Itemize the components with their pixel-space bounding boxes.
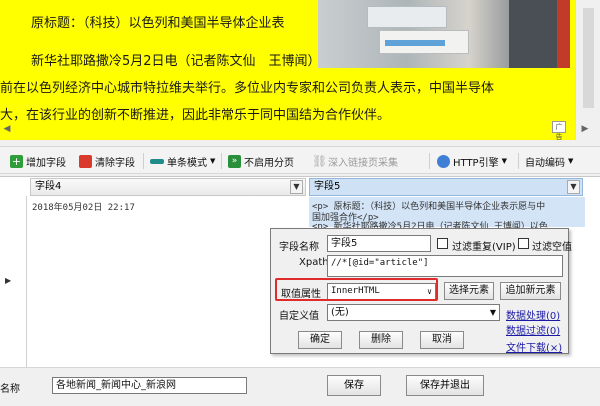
select-element-button[interactable]: 选择元素 <box>444 282 494 300</box>
scroll-thumb[interactable] <box>583 8 594 108</box>
xpath-label: Xpath <box>299 257 329 268</box>
dedup-checkbox[interactable] <box>437 238 448 249</box>
row-pointer-icon: ▶ <box>5 276 12 285</box>
chevron-down-icon: ▼ <box>489 308 496 317</box>
clear-icon <box>79 154 92 168</box>
custom-value-select[interactable]: (无) ▼ <box>327 304 500 321</box>
scroll-left-icon[interactable]: ◀ <box>0 122 14 136</box>
clear-field-button[interactable]: 清除字段 <box>79 151 135 171</box>
article-preview: 原标题：（科技）以色列和美国半导体企业表 新华社耶路撒冷5月2日电（记者陈文仙 … <box>0 0 575 140</box>
plus-icon: + <box>10 154 23 168</box>
field-name-label: 字段名称 <box>279 242 319 253</box>
deep-link-button[interactable]: ⛓ 深入链接页采集 <box>312 151 398 171</box>
delete-button[interactable]: 删除 <box>359 331 403 349</box>
cancel-button[interactable]: 取消 <box>420 331 464 349</box>
toolbar: + 增加字段 清除字段 单条模式 ▼ » 不启用分页 ⛓ 深入链接页采集 HTT… <box>0 146 600 174</box>
auto-encode-dropdown[interactable]: 自动编码 ▼ <box>525 151 573 171</box>
data-process-link[interactable]: 数据处理(0) <box>506 307 560 322</box>
clear-field-label: 清除字段 <box>95 157 135 169</box>
chevron-down-icon[interactable]: ▼ <box>290 180 303 194</box>
http-engine-dropdown[interactable]: HTTP引擎 ▼ <box>437 151 507 171</box>
article-line: 大，在该行业的创新不断推进，因此非常乐于同中国结为合作伙伴。 <box>0 108 391 123</box>
column-header-label: 字段5 <box>314 181 341 192</box>
field-name-input[interactable]: 字段5 <box>327 235 431 252</box>
annotation-highlight-box <box>275 278 438 301</box>
custom-value-label: 自定义值 <box>279 311 319 322</box>
ok-button[interactable]: 确定 <box>298 331 342 349</box>
column-header-field4[interactable]: 字段4 ▼ <box>30 178 306 196</box>
save-button[interactable]: 保存 <box>327 375 381 396</box>
custom-value-text: (无) <box>331 307 349 318</box>
column-header-label: 字段4 <box>35 181 62 192</box>
single-mode-dropdown[interactable]: 单条模式 ▼ <box>150 151 215 171</box>
dedup-label: 过滤重复(VIP) <box>452 242 516 253</box>
data-filter-link[interactable]: 数据过滤(0) <box>506 322 560 337</box>
http-engine-label: HTTP引擎 <box>453 157 499 169</box>
filter-empty-label: 过滤空值 <box>532 242 572 253</box>
name-label: 名称 <box>0 384 20 395</box>
article-title: 原标题：（科技）以色列和美国半导体企业表 <box>31 16 285 31</box>
xpath-input[interactable]: //*[@id="article"] <box>327 255 563 277</box>
single-mode-label: 单条模式 <box>167 157 207 169</box>
paging-icon: » <box>228 154 241 168</box>
chevron-down-icon: ▼ <box>501 157 507 165</box>
file-download-link[interactable]: 文件下载(×) <box>506 339 562 354</box>
save-and-exit-button[interactable]: 保存并退出 <box>406 375 484 396</box>
ad-mark: 广告 <box>552 121 566 140</box>
add-new-element-button[interactable]: 追加新元素 <box>500 282 561 300</box>
scroll-right-icon[interactable]: ▶ <box>578 122 592 136</box>
rows-icon <box>150 158 164 164</box>
no-paging-label: 不启用分页 <box>244 157 294 169</box>
chevron-down-icon[interactable]: ▼ <box>567 180 580 194</box>
article-photo <box>318 0 570 68</box>
column-header-field5[interactable]: 字段5 ▼ <box>309 178 583 196</box>
chevron-down-icon: ▼ <box>210 157 216 165</box>
filter-empty-checkbox[interactable] <box>518 238 529 249</box>
deep-link-label: 深入链接页采集 <box>328 157 398 169</box>
chevron-down-icon: ▼ <box>568 157 574 165</box>
article-line: 前在以色列经济中心城市特拉维夫举行。多位业内专家和公司负责人表示，中国半导体 <box>0 81 495 96</box>
no-paging-button[interactable]: » 不启用分页 <box>228 151 294 171</box>
vertical-scrollbar[interactable] <box>575 0 600 140</box>
add-field-label: 增加字段 <box>26 157 66 169</box>
add-field-button[interactable]: + 增加字段 <box>10 151 66 171</box>
grid-cell[interactable]: 2018年05月02日 22:17 <box>32 200 135 213</box>
task-name-input[interactable]: 各地新闻_新闻中心_新浪网 <box>52 377 247 394</box>
link-icon: ⛓ <box>312 153 328 168</box>
auto-encode-label: 自动编码 <box>525 157 565 169</box>
globe-icon <box>437 154 450 168</box>
